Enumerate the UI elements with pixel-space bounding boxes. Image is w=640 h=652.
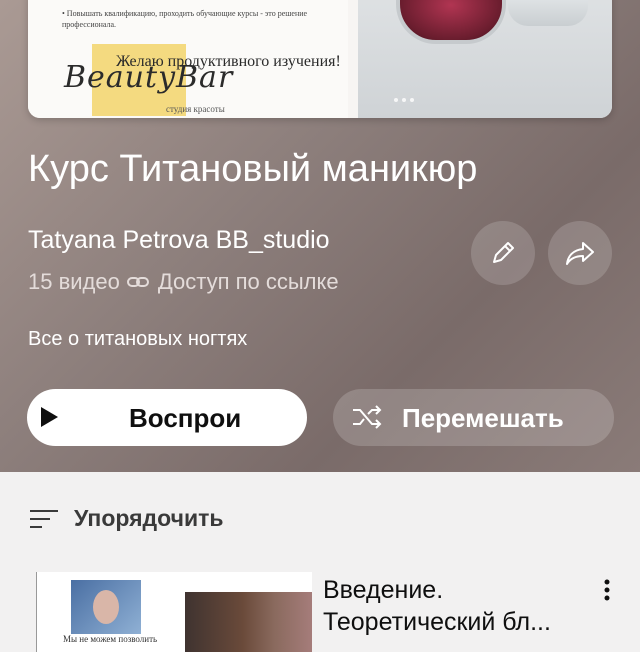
glass-jar-image (508, 0, 588, 26)
play-all-button[interactable]: Воспрои (27, 389, 307, 446)
thumbnail-logo: BeautyBar (64, 60, 234, 95)
playlist-meta: 15 видео Доступ по ссылке (28, 269, 339, 295)
video-thumbnail[interactable]: Мы не можем позволить (36, 572, 312, 652)
sort-label: Упорядочить (74, 505, 224, 531)
playlist-thumbnail[interactable]: • Повышать квалификацию, проходить обуча… (28, 0, 612, 118)
playlist-description: Все о титановых ногтях (28, 328, 248, 350)
shuffle-label: Перемешать (402, 403, 564, 433)
shuffle-button[interactable]: Перемешать (333, 389, 614, 446)
video-list-item[interactable]: Мы не можем позволить Введение. Теоретич… (0, 566, 640, 652)
playlist-title: Курс Титановый маникюр (28, 148, 478, 190)
playlist-header: • Повышать квалификацию, проходить обуча… (0, 0, 640, 472)
edit-button[interactable] (471, 221, 535, 285)
video-thumbnail-caption: Мы не можем позволить (63, 634, 158, 644)
share-button[interactable] (548, 221, 612, 285)
thumbnail-bullet-text: • Повышать квалификацию, проходить обуча… (62, 9, 308, 29)
slide-dots (394, 98, 414, 102)
candle-jar-image (396, 0, 506, 44)
play-all-label: Воспрои (129, 403, 242, 433)
video-title[interactable]: Введение. Теоретический бл... (323, 574, 593, 638)
more-vert-icon[interactable] (598, 578, 616, 602)
thumbnail-photo (358, 0, 612, 118)
channel-name[interactable]: Tatyana Petrova BB_studio (28, 226, 330, 255)
shuffle-icon (353, 405, 382, 429)
presenter-image (71, 580, 141, 634)
play-icon (41, 407, 58, 427)
share-icon (566, 242, 594, 265)
link-icon (126, 277, 149, 287)
pencil-icon (493, 242, 514, 263)
thumbnail-slide: • Повышать квалификацию, проходить обуча… (28, 0, 348, 118)
access-label: Доступ по ссылке (157, 269, 339, 294)
thumbnail-logo-subtitle: студия красоты (166, 104, 225, 114)
salon-photo (185, 592, 312, 652)
sort-icon (30, 509, 58, 528)
video-count: 15 видео (28, 269, 120, 294)
sort-button[interactable]: Упорядочить (28, 505, 224, 532)
